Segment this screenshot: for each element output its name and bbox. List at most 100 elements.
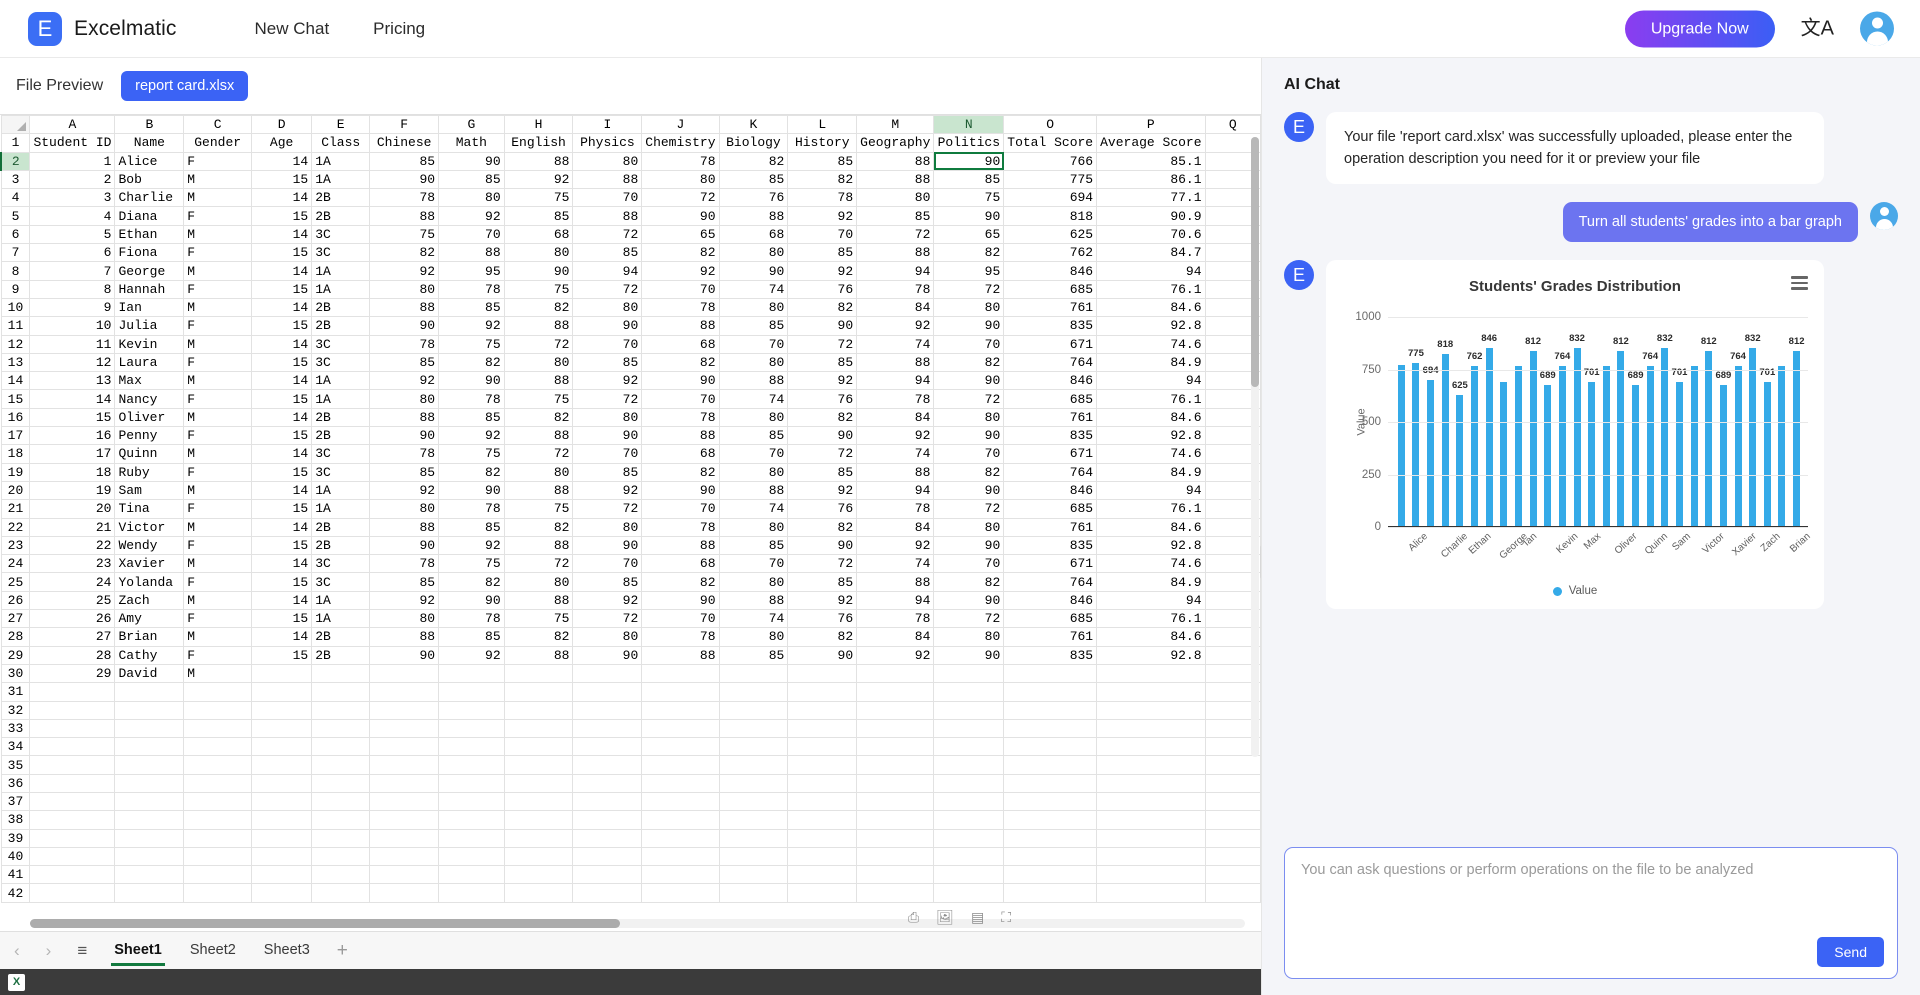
table-cell[interactable]: 90 <box>642 591 719 609</box>
table-cell[interactable]: 85 <box>370 353 439 371</box>
header-cell[interactable]: Chemistry <box>642 134 719 152</box>
table-cell[interactable] <box>934 738 1004 756</box>
table-cell[interactable]: 78 <box>642 628 719 646</box>
table-cell[interactable]: M <box>184 664 252 682</box>
table-cell[interactable]: 82 <box>642 463 719 481</box>
table-cell[interactable] <box>857 866 934 884</box>
table-cell[interactable]: Cathy <box>115 646 184 664</box>
row-header-12[interactable]: 12 <box>1 335 30 353</box>
table-cell[interactable] <box>252 701 312 719</box>
table-cell[interactable]: 70 <box>642 390 719 408</box>
table-cell[interactable]: 14 <box>252 408 312 426</box>
table-cell[interactable] <box>504 792 573 810</box>
row-header-9[interactable]: 9 <box>1 280 30 298</box>
table-cell[interactable]: 90 <box>370 536 439 554</box>
table-cell[interactable]: M <box>184 518 252 536</box>
table-cell[interactable] <box>115 701 184 719</box>
table-cell[interactable] <box>788 756 857 774</box>
table-cell[interactable]: 85 <box>857 207 934 225</box>
table-cell[interactable]: 75 <box>504 189 573 207</box>
table-cell[interactable]: 90 <box>934 427 1004 445</box>
table-cell[interactable]: 82 <box>504 298 573 316</box>
table-cell[interactable] <box>1004 866 1097 884</box>
table-cell[interactable] <box>719 683 788 701</box>
table-cell[interactable]: 88 <box>857 244 934 262</box>
column-header-h[interactable]: H <box>504 116 573 134</box>
column-header-p[interactable]: P <box>1097 116 1205 134</box>
table-cell[interactable]: 762 <box>1004 244 1097 262</box>
table-cell[interactable]: 82 <box>439 353 505 371</box>
table-cell[interactable]: 82 <box>788 298 857 316</box>
next-sheet-icon[interactable]: › <box>40 941 58 961</box>
table-cell[interactable]: 78 <box>370 189 439 207</box>
table-cell[interactable]: 75 <box>370 225 439 243</box>
table-cell[interactable] <box>30 884 115 902</box>
table-cell[interactable]: 78 <box>439 390 505 408</box>
table-cell[interactable] <box>934 792 1004 810</box>
table-cell[interactable]: 671 <box>1004 445 1097 463</box>
table-cell[interactable]: 1A <box>312 500 370 518</box>
table-cell[interactable]: 92 <box>439 207 505 225</box>
table-cell[interactable]: 15 <box>252 317 312 335</box>
table-cell[interactable]: 14 <box>252 335 312 353</box>
table-cell[interactable]: 82 <box>719 152 788 170</box>
table-cell[interactable]: Wendy <box>115 536 184 554</box>
table-cell[interactable]: 74 <box>719 500 788 518</box>
table-cell[interactable] <box>788 847 857 865</box>
column-header-o[interactable]: O <box>1004 116 1097 134</box>
table-cell[interactable]: 15 <box>252 463 312 481</box>
table-cell[interactable] <box>439 884 505 902</box>
table-cell[interactable]: F <box>184 280 252 298</box>
table-cell[interactable]: 818 <box>1004 207 1097 225</box>
table-cell[interactable] <box>504 664 573 682</box>
table-cell[interactable] <box>719 792 788 810</box>
table-cell[interactable]: Quinn <box>115 445 184 463</box>
image-icon[interactable]: 🖼 <box>936 909 954 926</box>
table-cell[interactable]: 88 <box>857 170 934 188</box>
table-cell[interactable]: 671 <box>1004 335 1097 353</box>
spreadsheet-viewport[interactable]: ABCDEFGHIJKLMNOPQ1Student IDNameGenderAg… <box>0 114 1261 931</box>
spreadsheet-grid[interactable]: ABCDEFGHIJKLMNOPQ1Student IDNameGenderAg… <box>0 115 1261 903</box>
table-cell[interactable]: 90.9 <box>1097 207 1205 225</box>
table-cell[interactable] <box>370 664 439 682</box>
table-cell[interactable]: 17 <box>30 445 115 463</box>
table-cell[interactable] <box>252 811 312 829</box>
table-cell[interactable]: 70.6 <box>1097 225 1205 243</box>
table-cell[interactable]: 84.6 <box>1097 518 1205 536</box>
table-cell[interactable] <box>719 811 788 829</box>
table-cell[interactable] <box>642 683 719 701</box>
table-cell[interactable] <box>1004 829 1097 847</box>
chart-bar[interactable] <box>1632 385 1639 526</box>
chart-bar[interactable] <box>1442 354 1449 526</box>
table-cell[interactable]: 85 <box>573 573 642 591</box>
table-cell[interactable]: 2B <box>312 189 370 207</box>
table-cell[interactable]: 8 <box>30 280 115 298</box>
table-cell[interactable]: 72 <box>788 335 857 353</box>
table-cell[interactable]: 92.8 <box>1097 317 1205 335</box>
table-cell[interactable] <box>439 719 505 737</box>
table-cell[interactable]: 2B <box>312 298 370 316</box>
table-cell[interactable]: F <box>184 536 252 554</box>
table-cell[interactable]: 15 <box>252 536 312 554</box>
table-cell[interactable]: 90 <box>370 646 439 664</box>
table-cell[interactable] <box>312 847 370 865</box>
table-cell[interactable]: 88 <box>370 628 439 646</box>
table-cell[interactable]: 92 <box>857 646 934 664</box>
table-cell[interactable] <box>1097 664 1205 682</box>
table-cell[interactable]: 78 <box>642 152 719 170</box>
table-cell[interactable]: 84 <box>857 628 934 646</box>
table-cell[interactable]: 766 <box>1004 152 1097 170</box>
table-cell[interactable] <box>857 701 934 719</box>
sheet-tab-sheet1[interactable]: Sheet1 <box>107 936 169 966</box>
table-cell[interactable]: 20 <box>30 500 115 518</box>
table-cell[interactable]: Hannah <box>115 280 184 298</box>
table-cell[interactable] <box>1097 756 1205 774</box>
table-cell[interactable] <box>439 792 505 810</box>
table-cell[interactable]: 72 <box>504 555 573 573</box>
table-cell[interactable]: 92.8 <box>1097 427 1205 445</box>
table-cell[interactable]: 10 <box>30 317 115 335</box>
table-cell[interactable]: 1A <box>312 610 370 628</box>
table-cell[interactable]: 14 <box>252 372 312 390</box>
header-cell[interactable]: History <box>788 134 857 152</box>
table-cell[interactable]: 15 <box>252 207 312 225</box>
